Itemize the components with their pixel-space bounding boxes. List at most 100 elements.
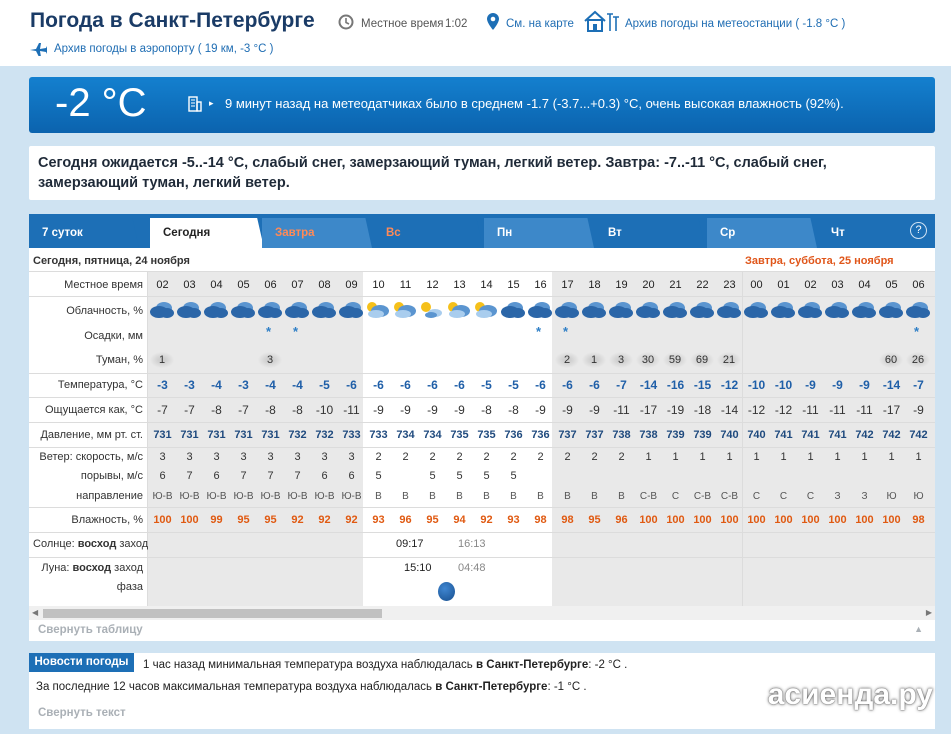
precip-row-label: Осадки, мм [84, 330, 143, 342]
pressure-cell: 736 [531, 429, 550, 441]
feels-like-cell: -7 [238, 403, 249, 417]
pressure-cell: 731 [153, 429, 172, 441]
wind-gust-cell: 6 [159, 470, 166, 482]
humidity-cell: 100 [882, 514, 901, 526]
wind-direction-cell: Ю-В [314, 491, 335, 502]
fog-value: 3 [609, 352, 633, 368]
weather-station-icon [584, 10, 619, 32]
wind-direction-cell: В [483, 491, 490, 502]
sunrise-time: 09:17 [396, 538, 424, 550]
wind-speed-cell: 1 [753, 451, 760, 463]
tab-sunday[interactable]: Вс [373, 218, 483, 248]
hour-cell: 18 [588, 279, 601, 291]
pressure-cell: 742 [909, 429, 928, 441]
wind-row-label: Ветер: скорость, м/с [39, 451, 143, 463]
temperature-cell: -3 [157, 378, 168, 392]
cloud-icon [797, 300, 822, 320]
help-icon[interactable]: ? [910, 222, 927, 239]
archive-airport-link[interactable]: Архив погоды в аэропорту ( 19 км, -3 °C … [54, 43, 273, 55]
map-link[interactable]: См. на карте [506, 18, 574, 30]
news-tab[interactable]: Новости погоды [29, 653, 134, 672]
tab-tuesday[interactable]: Вт [595, 218, 705, 248]
temperature-cell: -6 [373, 378, 384, 392]
wind-speed-cell: 2 [591, 451, 598, 463]
wind-speed-cell: 2 [564, 451, 571, 463]
humidity-cell: 99 [210, 514, 223, 526]
pressure-cell: 732 [288, 429, 307, 441]
tab-tomorrow[interactable]: Завтра [262, 218, 372, 248]
tab-today[interactable]: Сегодня [150, 218, 264, 248]
temperature-cell: -7 [616, 378, 627, 392]
horizontal-scrollbar[interactable]: ◀ ▶ [29, 606, 935, 620]
news-line-2: За последние 12 часов максимальная темпе… [36, 681, 587, 693]
feels-like-cell: -9 [535, 403, 546, 417]
humidity-cell: 93 [372, 514, 385, 526]
hour-cell: 08 [318, 279, 331, 291]
temperature-cell: -5 [319, 378, 330, 392]
watermark-logo: асиенда.ру [767, 678, 933, 711]
archive-station-link[interactable]: Архив погоды на метеостанции ( -1.8 °C ) [625, 18, 845, 30]
humidity-cell: 92 [318, 514, 331, 526]
hour-cell: 02 [156, 279, 169, 291]
hour-cell: 19 [615, 279, 628, 291]
pressure-cell: 733 [342, 429, 361, 441]
tab-monday[interactable]: Пн [484, 218, 594, 248]
collapse-up-icon[interactable]: ▲ [914, 624, 923, 634]
wind-direction-cell: В [402, 491, 409, 502]
feels-like-cell: -11 [856, 403, 873, 417]
tab-wednesday[interactable]: Ср [707, 218, 817, 248]
scroll-right-icon[interactable]: ▶ [926, 608, 932, 617]
feels-like-cell: -12 [747, 403, 766, 417]
collapse-text-button[interactable]: Свернуть текст [38, 707, 126, 719]
feels-like-cell: -8 [211, 403, 222, 417]
wind-direction-cell: С-В [720, 491, 739, 502]
fog-value: 60 [879, 352, 903, 368]
wind-direction-cell: С [671, 491, 680, 502]
hour-cell: 11 [399, 279, 412, 291]
feels-like-cell: -12 [774, 403, 793, 417]
cloud-icon [311, 300, 336, 320]
today-date: Сегодня, пятница, 24 ноября [33, 255, 190, 267]
pressure-cell: 735 [477, 429, 496, 441]
clouds-row-label: Облачность, % [66, 305, 143, 317]
wind-gust-cell: 7 [240, 470, 247, 482]
moon-row-label: Луна: восход заход [41, 562, 143, 574]
fog-value: 59 [663, 352, 687, 368]
wind-speed-cell: 1 [726, 451, 733, 463]
collapse-table-button[interactable]: Свернуть таблицу [38, 624, 143, 636]
wind-speed-cell: 2 [618, 451, 625, 463]
cloud-icon [554, 300, 579, 320]
wind-speed-cell: 1 [699, 451, 706, 463]
fog-value: 30 [636, 352, 660, 368]
hour-cell: 09 [345, 279, 358, 291]
hour-cell: 21 [669, 279, 682, 291]
fog-value: 1 [582, 352, 606, 368]
cloud-icon [230, 300, 255, 320]
cloud-icon [284, 300, 309, 320]
humidity-cell: 92 [345, 514, 358, 526]
wind-gust-cell: 5 [456, 470, 463, 482]
tab-7-days[interactable]: 7 суток [29, 218, 139, 248]
feels-like-cell: -9 [589, 403, 600, 417]
pressure-cell: 731 [207, 429, 226, 441]
humidity-cell: 100 [801, 514, 820, 526]
wind-speed-cell: 3 [159, 451, 166, 463]
wind-gust-cell: 6 [348, 470, 355, 482]
humidity-cell: 98 [534, 514, 547, 526]
temperature-cell: -10 [774, 378, 793, 392]
humidity-cell: 98 [912, 514, 925, 526]
hour-cell: 01 [777, 279, 790, 291]
cloud-icon [716, 300, 741, 320]
feels-like-cell: -17 [639, 403, 658, 417]
wind-speed-cell: 2 [537, 451, 544, 463]
wind-speed-cell: 3 [348, 451, 355, 463]
humidity-cell: 95 [264, 514, 277, 526]
scroll-left-icon[interactable]: ◀ [32, 608, 38, 617]
hour-cell: 14 [480, 279, 493, 291]
wind-direction-cell: З [834, 491, 841, 502]
wind-direction-cell: Ю-В [260, 491, 281, 502]
wind-direction-cell: В [375, 491, 382, 502]
map-pin-icon [487, 13, 499, 30]
scrollbar-thumb[interactable] [43, 609, 382, 618]
pressure-cell: 741 [801, 429, 820, 441]
